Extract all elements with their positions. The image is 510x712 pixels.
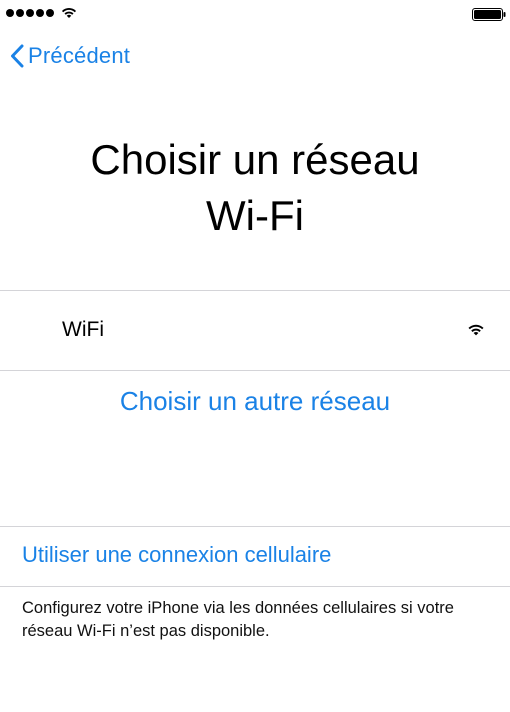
battery-icon (472, 8, 506, 21)
signal-dot (6, 9, 14, 17)
cellular-note: Configurez votre iPhone via les données … (22, 599, 454, 640)
signal-dots-icon (6, 9, 54, 17)
divider (0, 370, 510, 371)
status-bar (0, 0, 510, 28)
signal-dot (26, 9, 34, 17)
page-title-line1: Choisir un réseau (90, 136, 420, 183)
back-label: Précédent (28, 43, 131, 68)
divider (0, 586, 510, 587)
signal-dot (16, 9, 24, 17)
network-name: WiFi (62, 318, 104, 341)
other-network-button[interactable]: Choisir un autre réseau (0, 386, 510, 417)
wifi-icon (61, 8, 77, 18)
signal-dot (46, 9, 54, 17)
use-cellular-button[interactable]: Utiliser une connexion cellulaire (22, 542, 331, 568)
page-title: Choisir un réseau Wi-Fi (0, 132, 510, 244)
signal-dot (36, 9, 44, 17)
back-button[interactable]: Précédent (10, 40, 130, 72)
wifi-icon (468, 324, 484, 336)
chevron-left-icon (11, 44, 24, 68)
divider (0, 526, 510, 527)
network-row-wifi[interactable]: WiFi (0, 291, 510, 370)
page-title-line2: Wi-Fi (206, 192, 304, 239)
